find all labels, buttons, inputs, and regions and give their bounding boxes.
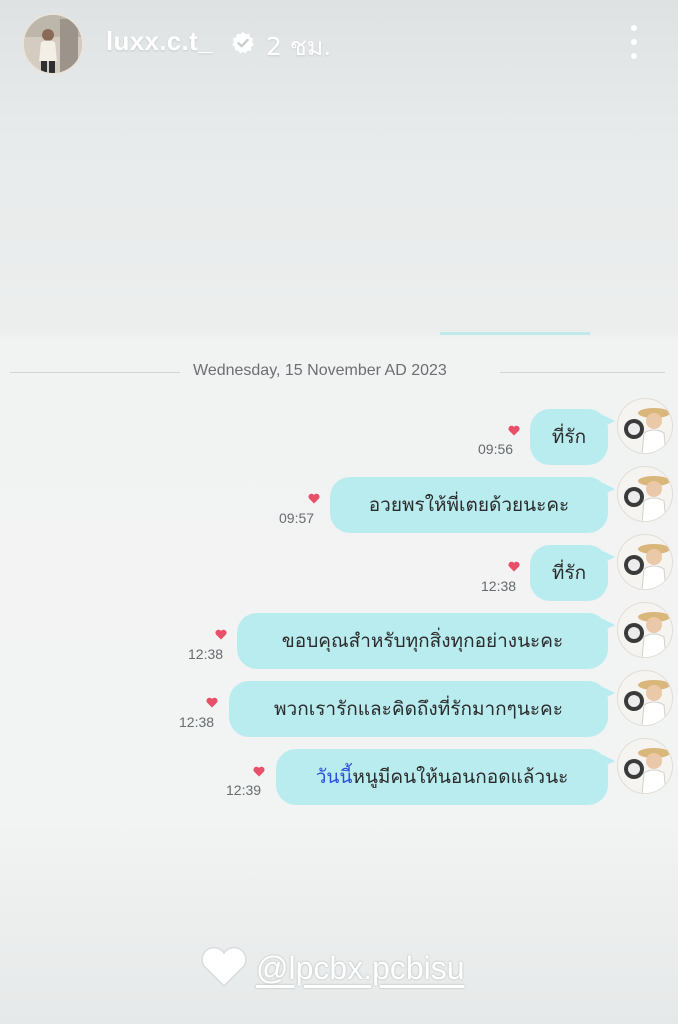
sender-avatar[interactable] xyxy=(617,534,673,590)
message-time: 12:38 xyxy=(188,646,224,662)
message-time: 12:39 xyxy=(226,782,262,798)
chat-date: Wednesday, 15 November AD 2023 xyxy=(193,362,447,379)
sender-avatar[interactable] xyxy=(617,602,673,658)
profile-avatar[interactable] xyxy=(22,13,84,75)
sender-avatar[interactable] xyxy=(617,738,673,794)
highlighted-text: วันนี้ xyxy=(315,766,353,788)
mention-tag[interactable]: @lpcbx.pcbisu xyxy=(256,950,465,987)
message-bubble[interactable]: อวยพรให้พี่เตยด้วยนะคะ xyxy=(330,477,615,533)
username[interactable]: luxx.c.t_ xyxy=(106,26,213,57)
post-time: 2 ชม. xyxy=(266,32,332,61)
sender-avatar[interactable] xyxy=(617,398,673,454)
heart-icon xyxy=(215,629,227,640)
message-bubble[interactable]: พวกเรารักและคิดถึงที่รักมากๆนะคะ xyxy=(229,681,615,737)
message-bubble[interactable]: ขอบคุณสำหรับทุกสิ่งทุกอย่างนะคะ xyxy=(237,613,615,669)
white-heart-icon xyxy=(201,946,247,988)
story-header: luxx.c.t_ 2 ชม. xyxy=(0,0,678,86)
heart-icon xyxy=(308,493,320,504)
heart-icon xyxy=(206,697,218,708)
message-bubble[interactable]: ที่รัก xyxy=(530,545,615,601)
sender-avatar[interactable] xyxy=(617,670,673,726)
sender-avatar[interactable] xyxy=(617,466,673,522)
message-time: 12:38 xyxy=(179,714,215,730)
heart-icon xyxy=(508,425,520,436)
message-bubble[interactable]: ที่รัก xyxy=(530,409,615,465)
message-text: หนูมีคนให้นอนกอดแล้วนะ xyxy=(352,766,569,788)
message-time: 09:57 xyxy=(279,510,315,526)
more-options-icon[interactable] xyxy=(622,22,646,62)
divider-strip xyxy=(440,332,590,335)
message-time: 12:38 xyxy=(481,578,517,594)
heart-icon xyxy=(508,561,520,572)
date-separator: Wednesday, 15 November AD 2023 xyxy=(10,360,665,384)
verified-badge-icon xyxy=(232,32,254,54)
message-bubble[interactable]: วันนี้ หนูมีคนให้นอนกอดแล้วนะ xyxy=(276,749,615,805)
heart-icon xyxy=(253,766,265,777)
message-time: 09:56 xyxy=(478,441,514,457)
